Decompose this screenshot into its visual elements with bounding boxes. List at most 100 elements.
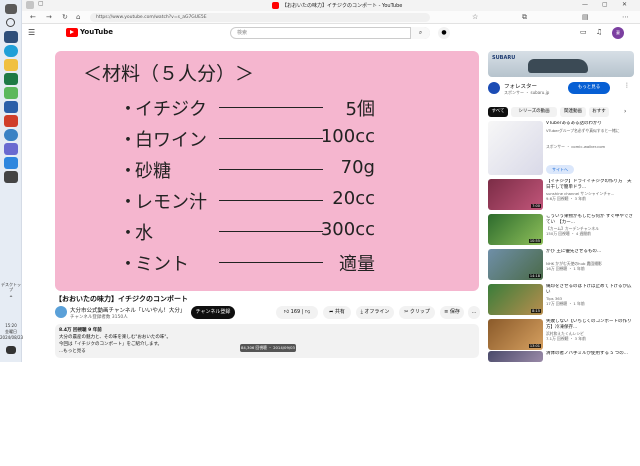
youtube-logo-icon[interactable] xyxy=(66,28,78,37)
chip-series[interactable]: シリーズの動画 xyxy=(511,107,557,117)
home-icon[interactable]: ⌂ xyxy=(76,13,80,21)
video-title[interactable]: かび 王に優先させるもの... xyxy=(546,249,634,260)
ingredient-name: ミント xyxy=(135,254,189,275)
notification-icon[interactable] xyxy=(6,346,16,354)
app-icon-5[interactable] xyxy=(4,171,18,183)
video-duration: 8:15 xyxy=(531,309,541,313)
video-title[interactable]: 失敗しない【いちじくのコンポートの作り方】冷凍保存... xyxy=(546,319,634,330)
channel-avatar[interactable] xyxy=(55,306,67,318)
minimize-icon[interactable]: — xyxy=(582,1,588,8)
chip-recommended[interactable]: おすす xyxy=(589,107,609,117)
recommendation-item[interactable]: 13:01 失敗しない【いちじくのコンポートの作り方】冷凍保存... 浜村和えた… xyxy=(488,319,634,352)
video-thumbnail[interactable]: 8:15 xyxy=(488,284,543,315)
desktop-label[interactable]: デスクトップ xyxy=(0,282,22,292)
chevron-up-icon[interactable]: ⌃ xyxy=(0,296,22,302)
chip-all[interactable]: すべて xyxy=(488,107,508,117)
search-button[interactable]: ⌕ xyxy=(410,27,430,39)
hamburger-menu-icon[interactable]: ☰ xyxy=(28,28,35,37)
favorites-icon[interactable]: ☆ xyxy=(472,13,478,21)
app-icon-3[interactable] xyxy=(4,143,18,155)
recommendation-item[interactable]: 14:18 かび 王に優先させるもの... NHK かがむ天使のhub 農園撮影… xyxy=(488,249,634,282)
url-field[interactable]: https://www.youtube.com/watch?v=s_aG7GUE… xyxy=(90,13,430,22)
ingredient-amount: 20cc xyxy=(332,188,375,209)
video-thumbnail[interactable]: 10:55 xyxy=(488,214,543,245)
offline-button[interactable]: ⤓ オフライン xyxy=(356,306,394,319)
windows-start-icon[interactable] xyxy=(5,4,17,14)
ad-title[interactable]: フォレスター xyxy=(504,82,537,90)
video-stats: 150万 回視聴 ・ 4 週間前 xyxy=(546,231,591,236)
app-icon-4[interactable] xyxy=(4,157,18,169)
ad-more-button[interactable]: もっと見る xyxy=(568,82,610,94)
excel-icon[interactable] xyxy=(4,73,18,85)
ad-image[interactable]: SUBARU xyxy=(488,51,634,77)
menu-icon[interactable]: ⋯ xyxy=(622,13,629,21)
visit-site-button[interactable]: サイトへ xyxy=(546,165,574,174)
clip-button[interactable]: ✂ クリップ xyxy=(399,306,435,319)
back-icon[interactable]: ← xyxy=(30,13,36,21)
edge-browser-icon[interactable] xyxy=(4,45,18,57)
filter-chips: すべて シリーズの動画 関連動画 おすす › xyxy=(488,107,634,118)
more-actions-button[interactable]: … xyxy=(468,306,480,319)
video-duration: 10:55 xyxy=(528,239,541,243)
task-view-icon[interactable] xyxy=(4,31,18,43)
notifications-bell-icon[interactable]: ♫ xyxy=(596,28,602,36)
video-thumbnail[interactable] xyxy=(488,351,543,362)
collections-icon[interactable]: ▤ xyxy=(582,13,589,21)
recommendation-item[interactable]: 清体の者ノバ手ミルが使用する 5 つの... xyxy=(488,351,634,362)
maximize-icon[interactable]: ▢ xyxy=(602,1,608,8)
subscribe-button[interactable]: チャンネル登録 xyxy=(191,306,235,319)
recommendation-item[interactable]: 8:15 縄印をさせるのは下げば止めて下げるが広い Tips 363 17万 回… xyxy=(488,284,634,317)
ingredient-amount: 適量 xyxy=(339,254,375,275)
video-title[interactable]: 縄印をさせるのは下げば止めて下げるが広い xyxy=(546,284,634,295)
tab-actions-icon[interactable]: ▢ xyxy=(38,0,44,7)
youtube-header: ☰ YouTube 検索 ⌕ ● ▭ ♫ 妻 xyxy=(22,24,640,42)
ad-brand: SUBARU xyxy=(492,55,516,61)
refresh-icon[interactable]: ↻ xyxy=(62,13,68,21)
powerpoint-icon[interactable] xyxy=(4,115,18,127)
chip-related[interactable]: 関連動画 xyxy=(560,107,586,117)
search-icon[interactable] xyxy=(6,18,15,27)
recommendation-item[interactable]: VTuberあるある話のわかり VTuberグループ名必ずや真似すると一緒に ス… xyxy=(488,121,634,177)
share-label: 共有 xyxy=(334,309,345,315)
app-icon-2[interactable] xyxy=(4,129,18,141)
recommendation-item[interactable]: 10:55 こういう果物がもしたら何か すぐ中やできてい 【カー... 【カーム… xyxy=(488,214,634,247)
extensions-icon[interactable]: ⧉ xyxy=(522,13,527,22)
ad-menu-icon[interactable]: ⋮ xyxy=(624,82,630,89)
video-title[interactable]: こういう果物がもしたら何か すぐ中やできてい 【カー... xyxy=(546,214,634,225)
account-avatar[interactable]: 妻 xyxy=(612,27,624,39)
channel-name[interactable]: 大分市公式動画チャンネル「いいやん！大分」 xyxy=(70,306,185,314)
thumbs-up-icon: 👍︎ xyxy=(283,309,290,315)
video-title[interactable]: 【イチジク】ドライイチジクの作り方 天日干しで簡単ドラ... xyxy=(546,179,634,190)
share-button[interactable]: ➦ 共有 xyxy=(323,306,351,319)
video-thumbnail[interactable]: 13:01 xyxy=(488,319,543,350)
video-title[interactable]: 清体の者ノバ手ミルが使用する 5 つの... xyxy=(546,351,634,362)
close-icon[interactable]: ✕ xyxy=(622,1,627,8)
video-player[interactable]: ＜材料（５人分）＞ ・ イチジク 5個 ・ 白ワイン 100cc ・ 砂糖 70… xyxy=(55,51,479,291)
like-button[interactable]: 👍︎ 169 | 👎︎ xyxy=(276,306,318,319)
chevron-right-icon[interactable]: › xyxy=(624,108,626,115)
ingredient-amount: 300cc xyxy=(320,219,375,240)
word-icon[interactable] xyxy=(4,101,18,113)
app-icon[interactable] xyxy=(4,87,18,99)
clock-time[interactable]: 15:20 xyxy=(0,323,22,328)
search-input[interactable]: 検索 xyxy=(230,27,430,39)
sidebar-ad[interactable]: SUBARU フォレスター スポンサー ・ subaru.jp もっと見る ⋮ xyxy=(488,51,634,103)
youtube-logo-text[interactable]: YouTube xyxy=(80,28,113,36)
show-more-link[interactable]: ...もっと見る xyxy=(59,348,86,354)
tab-youtube[interactable]: 【おおいたの味力】イチジクのコンポート - YouTube xyxy=(282,1,422,11)
title-bar: ▢ 【おおいたの味力】イチジクのコンポート - YouTube — ▢ ✕ xyxy=(22,0,640,11)
profile-icon[interactable] xyxy=(26,1,34,9)
forward-icon[interactable]: → xyxy=(46,13,52,21)
video-thumbnail[interactable]: 14:18 xyxy=(488,249,543,280)
recommendation-item[interactable]: 7:00 【イチジク】ドライイチジクの作り方 天日干しで簡単ドラ... suns… xyxy=(488,179,634,212)
video-thumbnail[interactable] xyxy=(488,121,543,175)
file-explorer-icon[interactable] xyxy=(4,59,18,71)
description-box[interactable]: 8.4万 回視聴 9 年前 大分の農産の魅力と、その味を楽しむ"おおいたの味"。… xyxy=(55,324,479,358)
create-video-icon[interactable]: ▭ xyxy=(580,28,587,36)
video-thumbnail[interactable]: 7:00 xyxy=(488,179,543,210)
ingredient-row: ・ 白ワイン 100cc xyxy=(55,126,479,152)
ingredient-row: ・ 砂糖 70g xyxy=(55,157,479,183)
save-button[interactable]: ≡ 保存 xyxy=(440,306,464,319)
clip-label: クリップ xyxy=(409,309,430,315)
microphone-icon[interactable]: ● xyxy=(438,27,450,39)
